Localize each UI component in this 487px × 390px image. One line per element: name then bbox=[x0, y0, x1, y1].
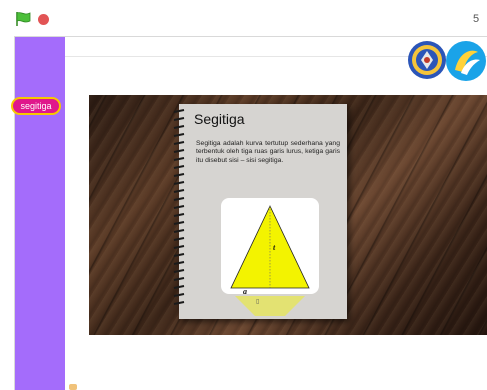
triangle-reflection bbox=[235, 296, 305, 316]
green-flag-icon[interactable] bbox=[14, 11, 32, 27]
bottom-strip bbox=[65, 382, 487, 390]
segitiga-button[interactable]: segitiga bbox=[11, 97, 61, 115]
lesson-title: Segitiga bbox=[194, 111, 245, 127]
reflection-label: ▯ bbox=[256, 299, 260, 305]
university-logo-icon bbox=[408, 41, 446, 79]
base-label: a bbox=[243, 287, 247, 294]
triangle-diagram: t a bbox=[230, 205, 310, 294]
stop-icon[interactable] bbox=[38, 14, 49, 25]
spiral-binding-icon bbox=[173, 109, 185, 305]
lesson-text: Segitiga adalah kurva tertutup sederhana… bbox=[196, 140, 340, 164]
fullscreen-icon[interactable]: 5 bbox=[473, 13, 479, 25]
sidebar bbox=[15, 37, 65, 390]
bottom-item-icon bbox=[69, 384, 77, 390]
kampus-merdeka-logo-icon bbox=[446, 41, 486, 81]
player-toolbar: 5 bbox=[0, 0, 487, 36]
